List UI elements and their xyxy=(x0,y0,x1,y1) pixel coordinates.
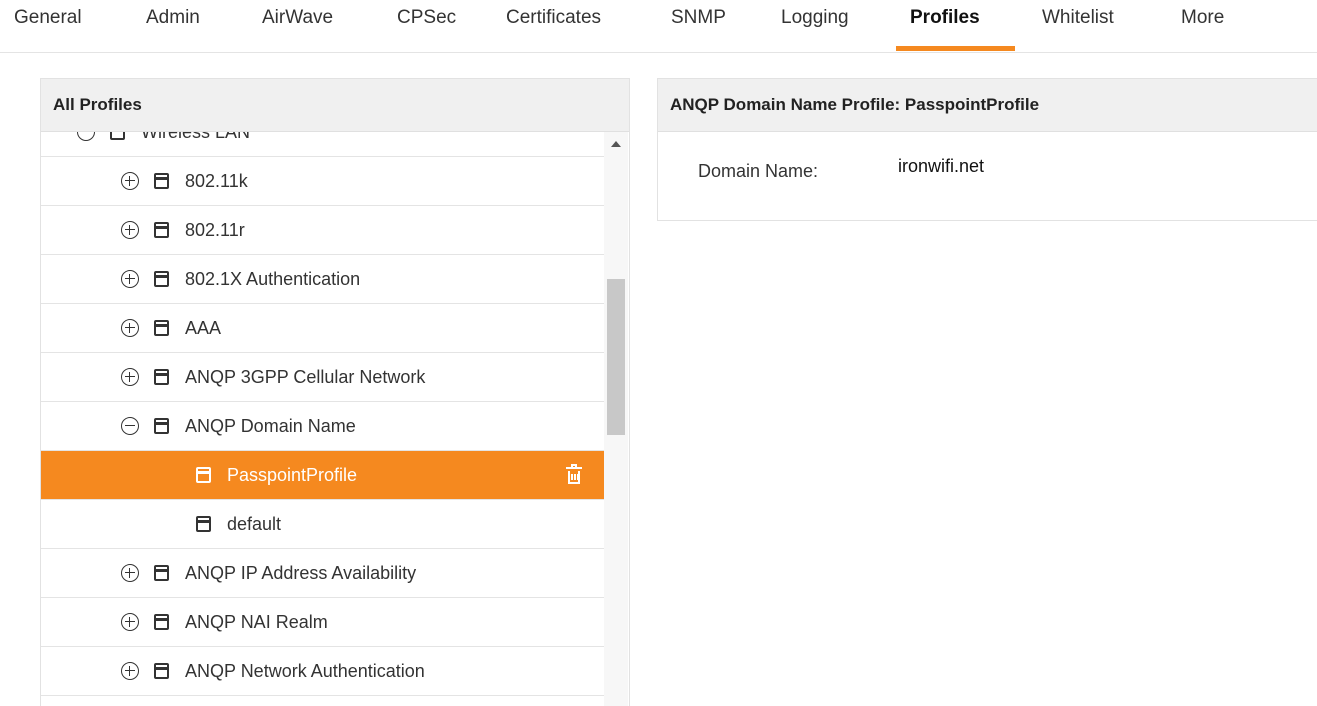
expand-icon[interactable] xyxy=(121,221,139,239)
active-tab-indicator xyxy=(896,46,1015,51)
tree-item-label: 802.11r xyxy=(185,219,245,240)
scrollbar-thumb[interactable] xyxy=(607,279,625,435)
expand-icon[interactable] xyxy=(121,319,139,337)
expand-icon[interactable] xyxy=(121,270,139,288)
tab-profiles[interactable]: Profiles xyxy=(910,7,980,29)
tree-item-label: ANQP IP Address Availability xyxy=(185,562,417,583)
tree-item-802-1x-authentication[interactable]: 802.1X Authentication xyxy=(41,255,604,304)
expand-icon[interactable] xyxy=(121,172,139,190)
tree-item-label: 802.11k xyxy=(185,170,248,191)
domain-name-value[interactable]: ironwifi.net xyxy=(898,156,984,177)
profile-icon xyxy=(196,516,211,532)
scroll-up-arrow-icon[interactable] xyxy=(611,141,621,147)
tree-item-label: ANQP Domain Name xyxy=(185,415,356,436)
profile-icon xyxy=(196,467,211,483)
profile-icon xyxy=(154,271,169,287)
tab-admin[interactable]: Admin xyxy=(146,7,200,29)
profile-details-title: ANQP Domain Name Profile: PasspointProfi… xyxy=(670,95,1040,114)
tree-item-label: ANQP 3GPP Cellular Network xyxy=(185,366,426,387)
profile-icon xyxy=(154,663,169,679)
all-profiles-panel: All Profiles Wireless LAN 802.11k 802.11… xyxy=(40,78,630,706)
trash-icon[interactable] xyxy=(564,464,584,486)
tab-logging[interactable]: Logging xyxy=(781,7,849,29)
tree-item-anqp-domain-name[interactable]: ANQP Domain Name xyxy=(41,402,604,451)
tab-cpsec[interactable]: CPSec xyxy=(397,7,456,29)
profile-icon xyxy=(154,369,169,385)
all-profiles-header: All Profiles xyxy=(41,79,629,132)
collapse-icon[interactable] xyxy=(121,417,139,435)
tree-item-label: ANQP NAI Realm xyxy=(185,611,328,632)
expand-icon[interactable] xyxy=(121,368,139,386)
profile-details-panel: ANQP Domain Name Profile: PasspointProfi… xyxy=(657,78,1317,221)
tree-item-passpointprofile[interactable]: PasspointProfile xyxy=(41,451,604,500)
domain-name-label: Domain Name: xyxy=(698,161,819,181)
tab-snmp[interactable]: SNMP xyxy=(671,7,726,29)
profile-icon xyxy=(154,565,169,581)
tree-item-anqp-nai-realm[interactable]: ANQP NAI Realm xyxy=(41,598,604,647)
tree-item-label: 802.1X Authentication xyxy=(185,268,361,289)
tree-item-anqp-network-authentication[interactable]: ANQP Network Authentication xyxy=(41,647,604,696)
tree-item-label: AAA xyxy=(185,317,222,338)
profile-icon xyxy=(154,418,169,434)
profile-icon xyxy=(154,173,169,189)
all-profiles-title: All Profiles xyxy=(53,95,142,114)
profile-icon xyxy=(154,222,169,238)
tree-item-802-11r[interactable]: 802.11r xyxy=(41,206,604,255)
tab-airwave[interactable]: AirWave xyxy=(262,7,333,29)
collapse-icon[interactable] xyxy=(77,132,95,141)
tree-item-802-11k[interactable]: 802.11k xyxy=(41,157,604,206)
tree-item-anqp-3gpp-cellular-network[interactable]: ANQP 3GPP Cellular Network xyxy=(41,353,604,402)
tree-scrollbar[interactable] xyxy=(604,132,628,706)
tree-item-aaa[interactable]: AAA xyxy=(41,304,604,353)
tree-item-label: ANQP Network Authentication xyxy=(185,660,425,681)
tree-item-label: Wireless LAN xyxy=(141,132,250,143)
tab-whitelist[interactable]: Whitelist xyxy=(1042,7,1114,29)
profile-tree[interactable]: Wireless LAN 802.11k 802.11r 802.1X Auth… xyxy=(41,132,604,706)
tree-item-label: PasspointProfile xyxy=(227,464,358,485)
expand-icon[interactable] xyxy=(121,613,139,631)
tab-general[interactable]: General xyxy=(14,7,82,29)
tree-item-wireless-lan[interactable]: Wireless LAN xyxy=(41,132,604,157)
expand-icon[interactable] xyxy=(121,564,139,582)
profile-icon xyxy=(154,320,169,336)
tab-more[interactable]: More xyxy=(1181,7,1224,29)
profile-icon xyxy=(110,132,125,140)
profile-icon xyxy=(154,614,169,630)
profile-details-header: ANQP Domain Name Profile: PasspointProfi… xyxy=(658,79,1317,132)
expand-icon[interactable] xyxy=(121,662,139,680)
tree-item-anqp-ip-address-availability[interactable]: ANQP IP Address Availability xyxy=(41,549,604,598)
tree-item-default[interactable]: default xyxy=(41,500,604,549)
tab-certificates[interactable]: Certificates xyxy=(506,7,601,29)
tree-item-label: default xyxy=(227,513,282,534)
top-tab-bar: General Admin AirWave CPSec Certificates… xyxy=(0,0,1317,53)
